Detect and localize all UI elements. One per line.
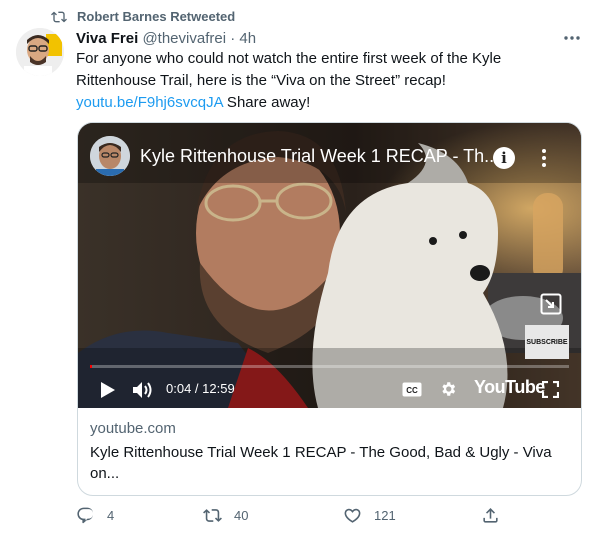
player-controls: 0:04 / 12:59 CC YouTube [78, 371, 581, 408]
tweet-text-part2: Share away! [222, 94, 311, 111]
reply-count: 4 [107, 508, 115, 523]
separator-dot: · [230, 30, 236, 47]
share-button[interactable] [481, 506, 500, 525]
avatar[interactable] [16, 28, 64, 76]
captions-icon[interactable]: CC [402, 382, 422, 397]
more-options-button[interactable] [560, 28, 584, 48]
retweet-indicator [51, 8, 67, 26]
tweet-time[interactable]: 4h [239, 30, 256, 47]
retweet-icon [51, 11, 67, 23]
channel-avatar[interactable] [90, 136, 130, 176]
tweet-link[interactable]: youtu.be/F9hj6svcqJA [76, 94, 223, 111]
reply-icon [77, 507, 94, 524]
info-icon[interactable]: i [493, 147, 515, 169]
card-info[interactable]: youtube.com Kyle Rittenhouse Trial Week … [90, 419, 570, 484]
link-card[interactable]: Kyle Rittenhouse Trial Week 1 RECAP - Th… [77, 122, 582, 496]
volume-icon[interactable] [132, 380, 154, 400]
progress-fill [90, 365, 93, 368]
retweet-icon [203, 509, 222, 522]
time-readout: 0:04 / 12:59 [166, 381, 235, 396]
fullscreen-icon[interactable] [542, 381, 559, 398]
tweet-text: For anyone who could not watch the entir… [76, 48, 536, 114]
subscribe-watermark[interactable]: SUBSCRIBE [525, 325, 569, 359]
svg-text:CC: CC [406, 386, 418, 395]
retweet-button[interactable]: 40 [203, 506, 248, 525]
author-handle[interactable]: @thevivafrei [142, 30, 226, 47]
reply-button[interactable]: 4 [76, 506, 114, 525]
retweet-count: 40 [234, 508, 249, 523]
pip-icon[interactable] [540, 293, 562, 315]
heart-icon [344, 508, 361, 523]
youtube-logo[interactable]: YouTube [474, 377, 545, 398]
like-button[interactable]: 121 [343, 506, 396, 525]
share-icon [483, 508, 498, 523]
tweet-header: Viva Frei @thevivafrei · 4h [76, 29, 256, 49]
tweet-text-part1: For anyone who could not watch the entir… [76, 50, 502, 89]
more-dots-icon [564, 36, 580, 40]
author-name[interactable]: Viva Frei [76, 30, 138, 47]
video-menu-icon[interactable] [538, 147, 550, 169]
video-title[interactable]: Kyle Rittenhouse Trial Week 1 RECAP - Th… [140, 145, 499, 167]
like-count: 121 [374, 508, 396, 523]
retweet-label[interactable]: Robert Barnes Retweeted [77, 8, 235, 26]
card-title: Kyle Rittenhouse Trial Week 1 RECAP - Th… [90, 444, 552, 482]
settings-gear-icon[interactable] [439, 380, 457, 398]
card-domain: youtube.com [90, 420, 176, 437]
progress-bar[interactable] [90, 365, 569, 368]
video-player[interactable]: Kyle Rittenhouse Trial Week 1 RECAP - Th… [78, 123, 581, 408]
tweet-actions: 4 40 121 [76, 506, 516, 528]
play-icon[interactable] [100, 381, 116, 399]
